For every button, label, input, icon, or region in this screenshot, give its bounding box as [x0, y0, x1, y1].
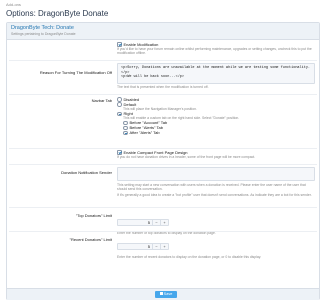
radio-disabled[interactable]	[117, 97, 122, 102]
navtab-section: Disabled Default This will place the Nav…	[117, 97, 315, 135]
radio-after-alerts[interactable]	[123, 130, 128, 136]
recent-limit-label: "Recent Donators" Limit	[69, 237, 112, 242]
sender-input[interactable]	[117, 167, 315, 181]
top-limit-stepper[interactable]: 5 − +	[117, 219, 169, 226]
radio-before-account[interactable]	[123, 120, 128, 126]
recent-limit-value[interactable]: 5	[118, 244, 152, 249]
divider	[9, 60, 317, 61]
reason-textarea[interactable]: <p>Sorry, Donations are unavailable at t…	[117, 63, 315, 84]
reason-section: <p>Sorry, Donations are unavailable at t…	[117, 63, 315, 89]
divider	[9, 231, 317, 232]
compact-section: Enable Compact Front Page Design If you …	[117, 150, 315, 159]
card-header: DragonByte Tech: Donate Settings pertain…	[7, 23, 319, 40]
card-title: DragonByte Tech: Donate	[11, 25, 74, 31]
top-limit-value[interactable]: 5	[118, 220, 152, 225]
increment-icon[interactable]: +	[160, 220, 168, 225]
decrement-icon[interactable]: −	[152, 244, 160, 249]
options-card: DragonByte Tech: Donate Settings pertain…	[6, 22, 320, 300]
navtab-label: Navbar Tab	[91, 98, 112, 103]
sender-desc-2: If it's generally a good idea to create …	[117, 193, 312, 198]
reason-text-line2: <p>We will be back soon...</p>	[121, 75, 185, 79]
reason-label: Reason For Turning The Modification Off	[39, 70, 112, 75]
reason-desc: The text that is presented when the modi…	[117, 85, 209, 89]
breadcrumb[interactable]: Add-ons	[6, 2, 21, 7]
recent-limit-desc: Enter the number of recent donators to d…	[117, 255, 262, 259]
sender-label: Donation Notification Sender	[61, 170, 112, 175]
save-label: Save	[163, 292, 173, 296]
divider	[9, 148, 317, 149]
increment-icon[interactable]: +	[160, 244, 168, 249]
card-subtitle: Settings pertaining to DragonByte Donate	[11, 32, 76, 36]
sender-desc: This setting may start a new conversatio…	[117, 183, 306, 192]
reason-text-line1: <p>Sorry, Donations are unavailable at t…	[121, 66, 311, 75]
divider	[9, 207, 317, 208]
sender-section: This setting may start a new conversatio…	[117, 167, 315, 198]
radio-default[interactable]	[117, 102, 122, 107]
page-title: Options: DragonByte Donate	[6, 9, 109, 18]
decrement-icon[interactable]: −	[152, 220, 160, 225]
option-label: After "Alerts" Tab	[129, 130, 160, 136]
save-icon	[159, 292, 163, 296]
save-button[interactable]: Save	[155, 291, 177, 298]
recent-limit-stepper[interactable]: 5 − +	[117, 243, 169, 250]
form-footer: Save	[7, 288, 319, 300]
divider	[9, 94, 317, 95]
top-limit-label: "Top Donators" Limit	[75, 213, 112, 218]
radio-right[interactable]	[117, 111, 122, 116]
navtab-sub-after-alerts[interactable]: After "Alerts" Tab	[123, 130, 315, 135]
enable-mod-section: Enable Modification If you'd like to hav…	[117, 42, 315, 55]
recent-limit-section: 5 − + Enter the number of recent donator…	[117, 235, 315, 259]
radio-before-alerts[interactable]	[123, 125, 128, 131]
enable-mod-desc: If you'd like to have your forum remain …	[117, 47, 312, 56]
divider	[9, 164, 317, 165]
compact-checkbox[interactable]	[117, 150, 122, 155]
compact-desc: If you do not have donation drives in a …	[117, 155, 256, 159]
enable-mod-checkbox[interactable]	[117, 42, 122, 47]
